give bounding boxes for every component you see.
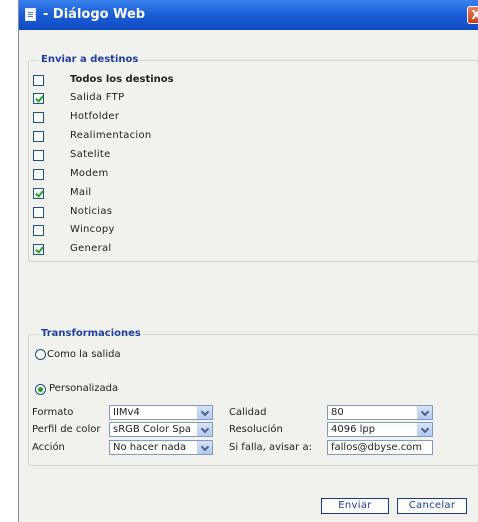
- enviar-button[interactable]: Enviar: [321, 498, 389, 514]
- resolucion-select[interactable]: 4096 lpp: [327, 422, 433, 437]
- chevron-down-icon[interactable]: [197, 406, 212, 419]
- resolucion-label: Resolución: [229, 424, 283, 435]
- perfil-value: sRGB Color Spa: [113, 424, 192, 435]
- dialog-window: - Diálogo Web X Enviar a destinos Todos …: [18, 0, 478, 522]
- destination-label: Realimentacion: [70, 130, 152, 141]
- radio-como-la-salida[interactable]: [35, 349, 46, 360]
- checkbox-mail[interactable]: [33, 188, 44, 199]
- perfil-label: Perfil de color: [32, 424, 101, 435]
- formato-label: Formato: [32, 407, 74, 418]
- destination-label: Satelite: [70, 149, 111, 160]
- cancelar-button[interactable]: Cancelar: [397, 498, 467, 514]
- destinations-fieldset: Enviar a destinos Todos los destinos Sal…: [28, 54, 478, 262]
- resolucion-value: 4096 lpp: [331, 424, 376, 435]
- calidad-select[interactable]: 80: [327, 405, 433, 420]
- destinations-legend: Enviar a destinos: [39, 54, 141, 65]
- checkbox-wincopy[interactable]: [33, 225, 44, 236]
- checkbox-hotfolder[interactable]: [33, 112, 44, 123]
- checkbox-salida-ftp[interactable]: [33, 93, 44, 104]
- chevron-down-icon[interactable]: [197, 423, 212, 436]
- chevron-down-icon[interactable]: [417, 423, 432, 436]
- calidad-label: Calidad: [229, 407, 267, 418]
- destination-label: Noticias: [70, 206, 113, 217]
- chevron-down-icon[interactable]: [197, 441, 212, 454]
- checkbox-satelite[interactable]: [33, 150, 44, 161]
- destination-label: Modem: [70, 168, 109, 179]
- checkbox-general[interactable]: [33, 244, 44, 255]
- checkbox-noticias[interactable]: [33, 207, 44, 218]
- formato-value: IIMv4: [113, 407, 140, 418]
- checkbox-todos[interactable]: [33, 75, 44, 86]
- transforms-legend: Transformaciones: [39, 328, 143, 339]
- checkbox-realimentacion[interactable]: [33, 131, 44, 142]
- transforms-fieldset: Transformaciones Como la salida Personal…: [28, 328, 478, 466]
- destination-label: Mail: [70, 187, 92, 198]
- accion-select[interactable]: No hacer nada: [109, 440, 213, 455]
- accion-label: Acción: [32, 442, 65, 453]
- accion-value: No hacer nada: [113, 442, 187, 453]
- radio-label-personalizada: Personalizada: [49, 383, 119, 394]
- chevron-down-icon[interactable]: [417, 406, 432, 419]
- window-title: - Diálogo Web: [43, 7, 146, 22]
- destination-label: Wincopy: [70, 224, 115, 235]
- destination-label: General: [70, 243, 112, 254]
- title-bar[interactable]: - Diálogo Web X: [19, 0, 478, 30]
- destination-label: Todos los destinos: [70, 74, 174, 85]
- calidad-value: 80: [331, 407, 344, 418]
- avisar-label: Si falla, avisar a:: [229, 442, 312, 453]
- checkbox-modem[interactable]: [33, 169, 44, 180]
- radio-label-como-la-salida: Como la salida: [47, 349, 121, 360]
- formato-select[interactable]: IIMv4: [109, 405, 213, 420]
- destination-label: Salida FTP: [70, 92, 125, 103]
- document-icon: [25, 8, 36, 21]
- radio-personalizada[interactable]: [35, 384, 46, 395]
- close-button[interactable]: X: [467, 6, 478, 24]
- perfil-select[interactable]: sRGB Color Spa: [109, 422, 213, 437]
- destination-label: Hotfolder: [70, 111, 120, 122]
- avisar-email-input[interactable]: fallos@dbyse.com: [327, 440, 433, 455]
